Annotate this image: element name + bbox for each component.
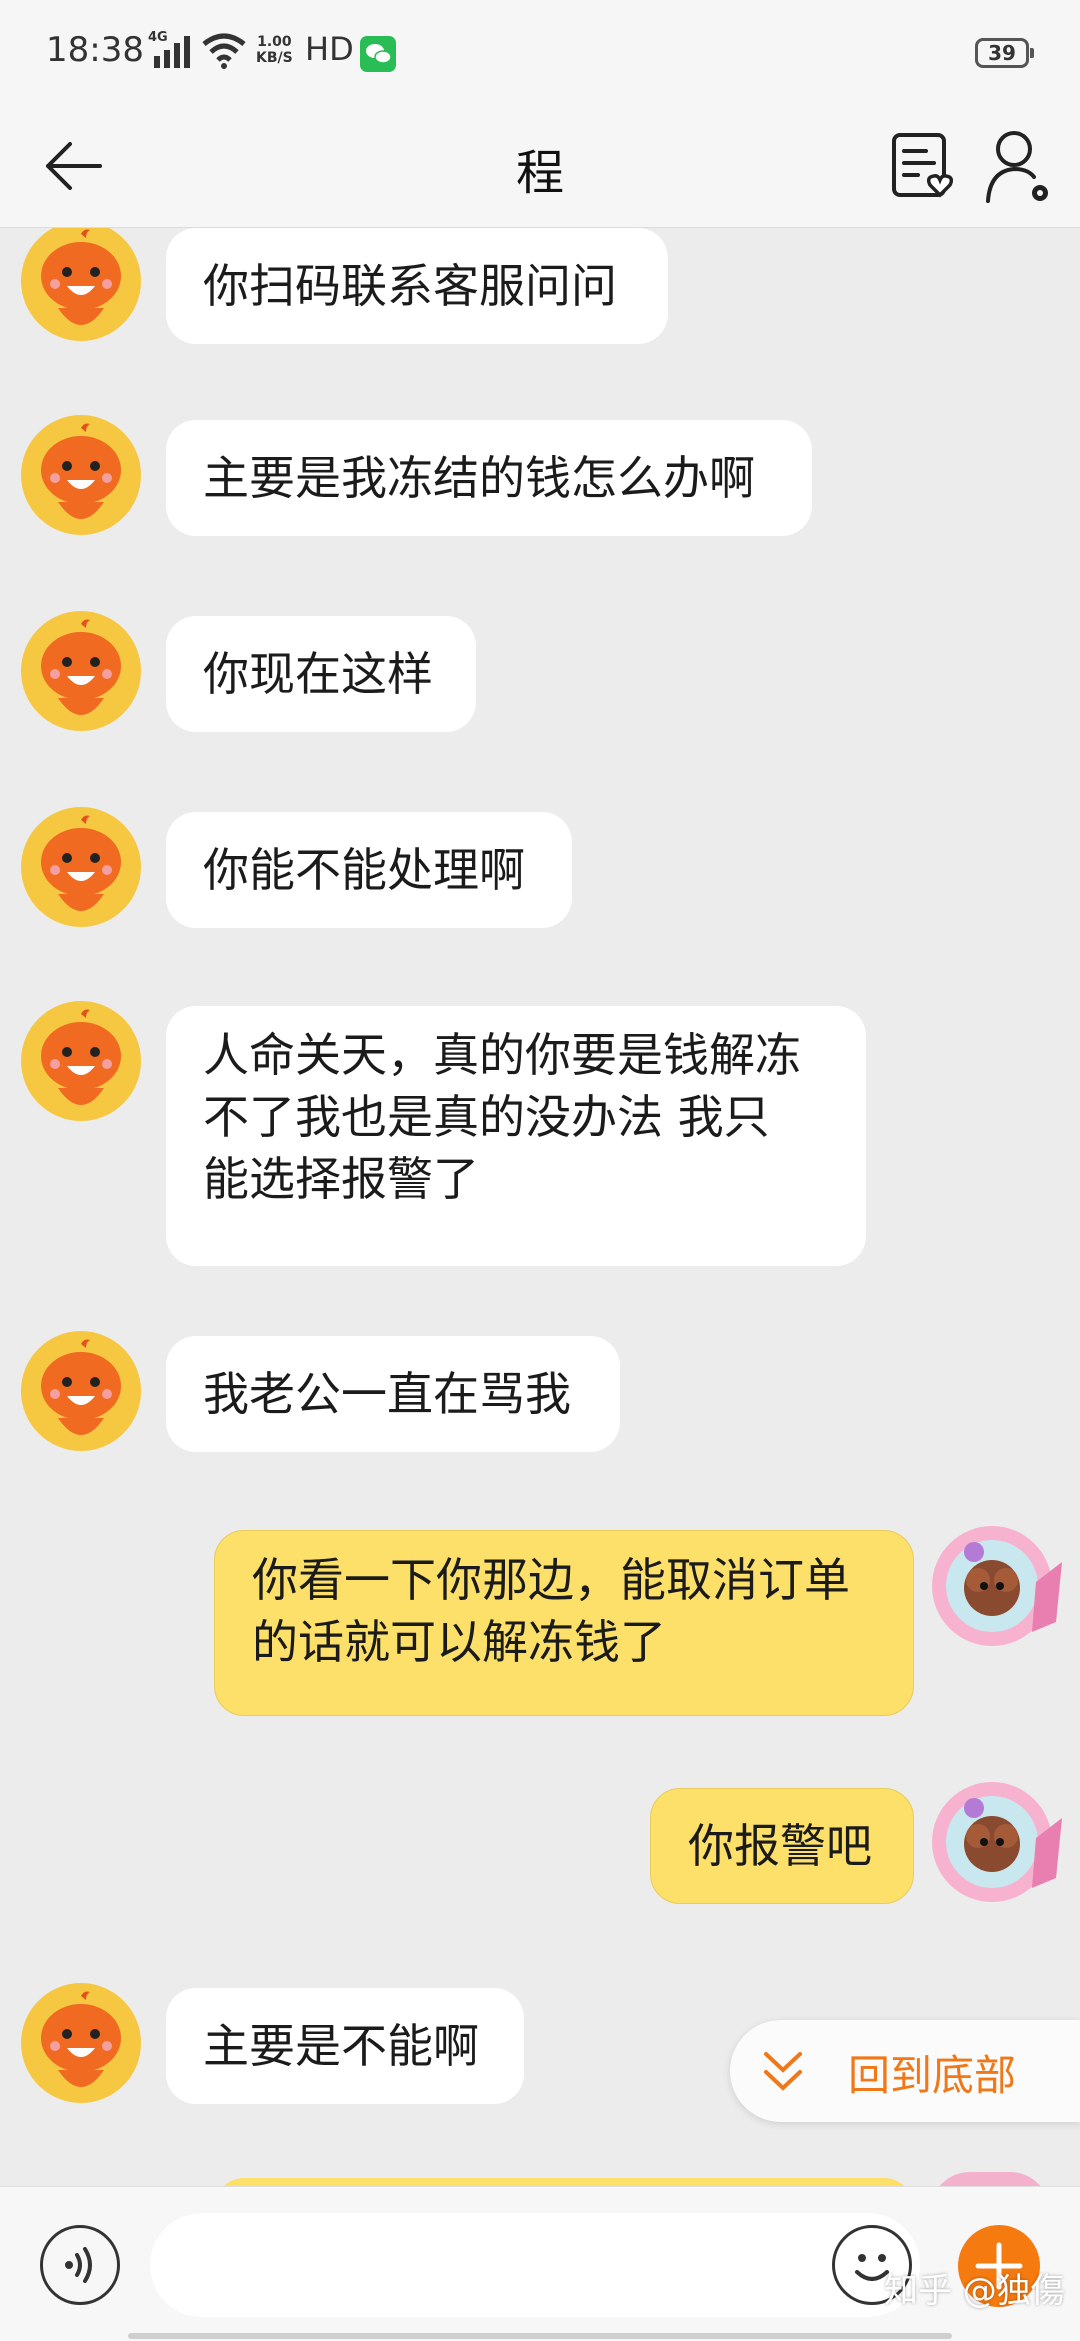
contact-avatar[interactable] — [20, 1000, 142, 1122]
message-list[interactable]: 你扫码联系客服问问 主要是我冻结的钱怎么办啊 你现在这样 你能不能处理啊 人命关… — [0, 228, 1080, 2185]
self-avatar[interactable] — [928, 1778, 1068, 1906]
network-type-label: 4G — [148, 30, 168, 45]
message-input[interactable] — [150, 2213, 920, 2317]
message-bubble-sent[interactable]: 你看一下你那边，能取消订单 的话就可以解冻钱了 — [214, 1530, 914, 1716]
gesture-bar — [128, 2333, 952, 2339]
message-line: 人命关天，真的你要是钱解冻 — [203, 1028, 801, 1082]
battery-icon: 39 — [975, 38, 1034, 68]
back-to-bottom-button[interactable]: 回到底部 — [730, 2020, 1080, 2122]
contact-avatar[interactable] — [20, 228, 142, 342]
message-text: 你扫码联系客服问问 — [203, 259, 617, 313]
back-to-bottom-label: 回到底部 — [848, 2051, 1017, 2100]
message-text: 我老公一直在骂我 — [203, 1367, 571, 1421]
network-speed: 1.00 KB/S — [256, 34, 293, 66]
message-bubble-received[interactable]: 人命关天，真的你要是钱解冻 不了我也是真的没办法 我只 能选择报警了 — [166, 1006, 866, 1266]
message-line: 你看一下你那边，能取消订单 — [252, 1553, 850, 1607]
wechat-icon — [360, 36, 396, 72]
status-bar: 18:38 4G 1.00 KB/S HD 39 — [0, 0, 1080, 105]
network-speed-value: 1.00 — [257, 34, 292, 50]
message-bubble-received[interactable]: 你能不能处理啊 — [166, 812, 572, 928]
title-bar: 程 — [0, 105, 1080, 228]
voice-button[interactable] — [40, 2225, 120, 2305]
message-text: 主要是不能啊 — [203, 2019, 479, 2073]
contact-avatar[interactable] — [20, 1330, 142, 1452]
message-bubble-received[interactable]: 你现在这样 — [166, 616, 476, 732]
message-line: 能选择报警了 — [203, 1152, 479, 1206]
status-time: 18:38 — [46, 30, 144, 70]
input-bar: 知乎 @独傷 — [0, 2186, 1080, 2341]
battery-level: 39 — [988, 41, 1016, 65]
message-text: 你看一下你那边，能取消订单 的话就可以解冻钱了 — [252, 1549, 850, 1673]
contact-avatar[interactable] — [20, 610, 142, 732]
wifi-icon — [202, 33, 246, 69]
voice-icon — [65, 2247, 92, 2283]
watermark: 知乎 @独傷 — [884, 2271, 1065, 2311]
self-avatar[interactable] — [928, 1522, 1068, 1650]
double-chevron-down-icon — [764, 2052, 802, 2091]
message-text: 主要是我冻结的钱怎么办啊 — [203, 451, 755, 505]
contact-avatar[interactable] — [20, 806, 142, 928]
message-text: 人命关天，真的你要是钱解冻 不了我也是真的没办法 我只 能选择报警了 — [203, 1024, 801, 1210]
message-text: 你能不能处理啊 — [203, 843, 525, 897]
order-list-heart-icon[interactable] — [888, 125, 958, 205]
message-line: 不了我也是真的没办法 我只 — [203, 1090, 770, 1144]
message-bubble-received[interactable]: 你扫码联系客服问问 — [166, 228, 668, 344]
message-text: 你现在这样 — [203, 647, 433, 701]
message-bubble-sent[interactable]: 你报警吧 — [650, 1788, 914, 1904]
message-line: 的话就可以解冻钱了 — [252, 1615, 666, 1669]
message-text: 你报警吧 — [688, 1819, 872, 1873]
message-bubble-received[interactable]: 主要是我冻结的钱怎么办啊 — [166, 420, 812, 536]
contact-avatar[interactable] — [20, 1982, 142, 2104]
hd-label: HD — [305, 30, 354, 68]
message-bubble-received[interactable]: 主要是不能啊 — [166, 1988, 524, 2104]
message-bubble-received[interactable]: 我老公一直在骂我 — [166, 1336, 620, 1452]
contact-avatar[interactable] — [20, 414, 142, 536]
user-settings-icon[interactable] — [982, 123, 1054, 207]
network-speed-unit: KB/S — [256, 50, 293, 66]
